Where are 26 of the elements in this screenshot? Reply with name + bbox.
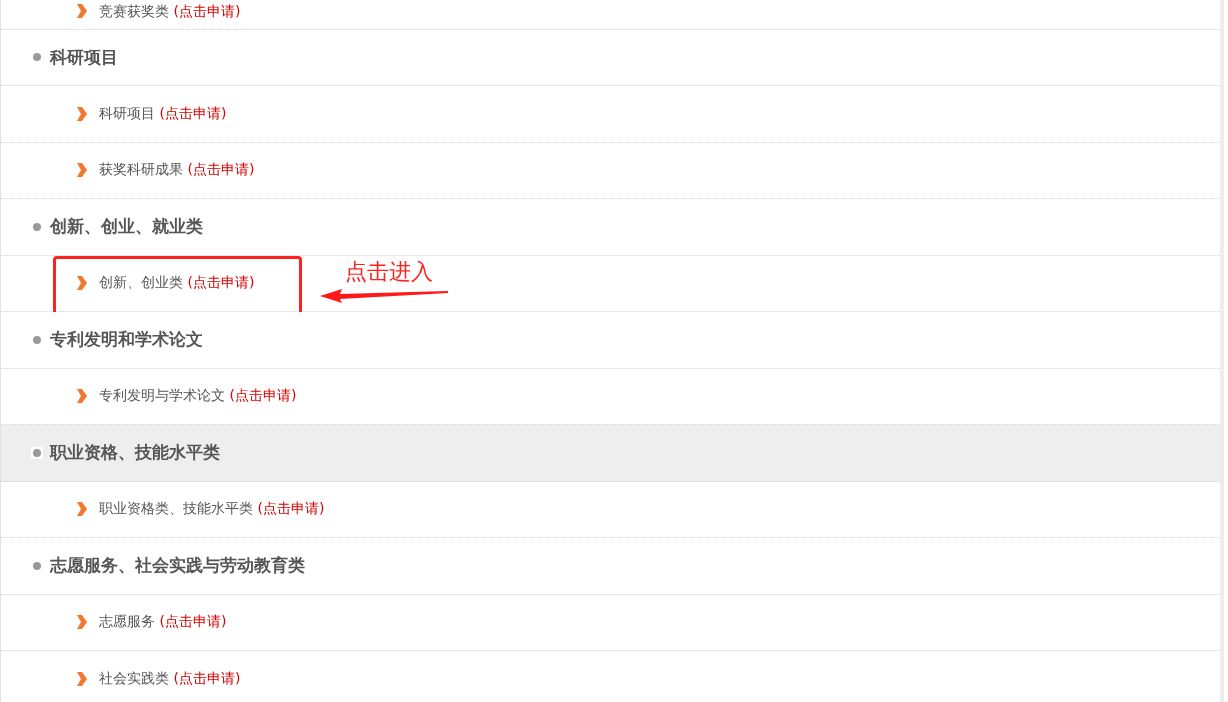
apply-link[interactable]: 职业资格类、技能水平类 (点击申请) <box>99 500 325 519</box>
chevron-icon <box>76 614 88 631</box>
arrow-icon <box>320 287 450 304</box>
section-row[interactable]: 专利发明和学术论文 <box>1 312 1220 369</box>
apply-link[interactable]: 创新、创业类 (点击申请) <box>99 274 255 293</box>
chevron-icon <box>76 105 88 122</box>
chevron-icon <box>76 162 88 179</box>
apply-link[interactable]: 社会实践类 (点击申请) <box>99 669 241 688</box>
section-title: 创新、创业、就业类 <box>50 215 203 239</box>
chevron-icon <box>76 670 88 687</box>
bullet-icon <box>31 446 43 459</box>
chevron-icon <box>76 3 88 19</box>
section-title: 职业资格、技能水平类 <box>50 441 220 465</box>
annotation-text: 点击进入 <box>345 257 433 286</box>
apply-link[interactable]: 志愿服务 (点击申请) <box>99 613 227 632</box>
apply-link[interactable]: 专利发明与学术论文 (点击申请) <box>99 387 297 406</box>
section-row[interactable]: 职业资格、技能水平类 <box>1 425 1220 482</box>
apply-link[interactable]: 竞赛获奖类 (点击申请) <box>99 3 241 21</box>
section-title: 科研项目 <box>50 45 118 69</box>
chevron-icon <box>76 501 88 518</box>
chevron-icon <box>76 275 88 292</box>
apply-link[interactable]: 获奖科研成果 (点击申请) <box>99 161 255 180</box>
chevron-icon <box>76 388 88 405</box>
section-title: 专利发明和学术论文 <box>50 328 203 352</box>
section-title: 志愿服务、社会实践与劳动教育类 <box>50 554 305 578</box>
apply-link[interactable]: 科研项目 (点击申请) <box>99 104 227 123</box>
